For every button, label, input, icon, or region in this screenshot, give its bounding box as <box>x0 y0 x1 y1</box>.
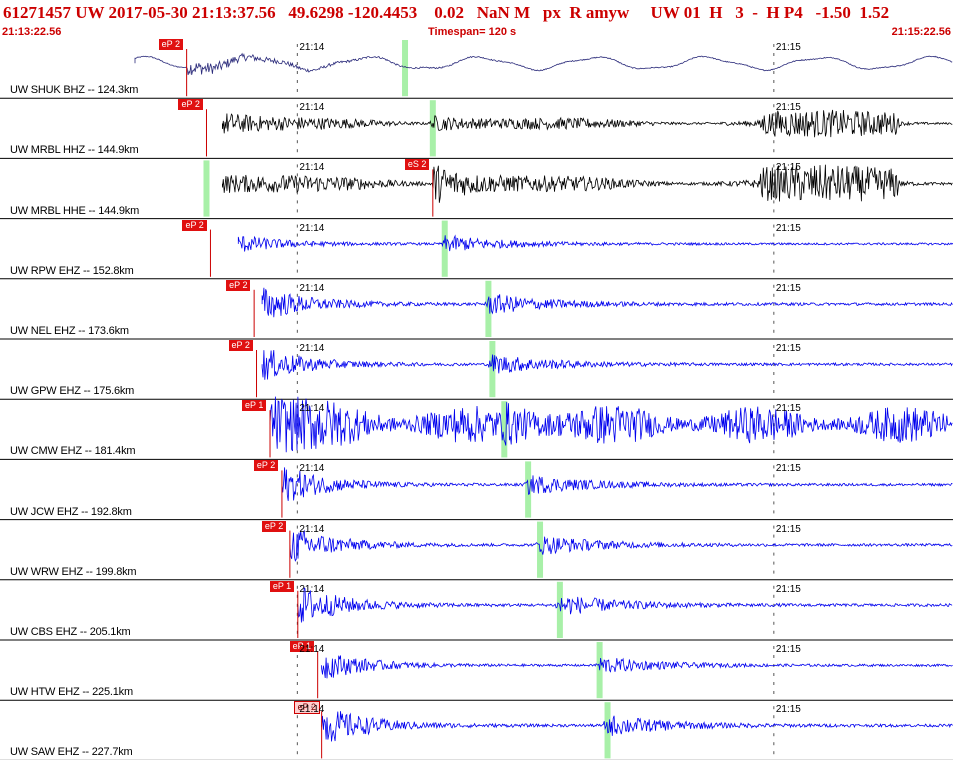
pick-window <box>485 280 492 337</box>
waveform-trace <box>289 529 953 562</box>
waveform-trace <box>134 52 953 75</box>
pick-window <box>429 100 436 157</box>
window-start-time: 21:13:22.56 <box>2 26 62 38</box>
waveform-trace <box>269 396 953 453</box>
pick-window <box>402 40 409 97</box>
waveform-trace <box>297 586 953 623</box>
waveform-trace <box>237 234 953 252</box>
waveform-trace <box>261 350 953 380</box>
pick-window <box>203 160 210 217</box>
pick-window <box>441 220 448 277</box>
event-summary-line: 61271457 UW 2017-05-30 21:13:37.56 49.62… <box>3 3 890 22</box>
pick-window <box>489 341 496 398</box>
seismogram-panel[interactable] <box>0 38 953 760</box>
pick-window <box>556 581 563 638</box>
waveform-trace <box>222 164 953 203</box>
waveform-trace <box>321 711 953 742</box>
timespan-label: Timespan= 120 s <box>428 26 517 38</box>
waveform-trace <box>222 109 953 138</box>
window-end-time: 21:15:22.56 <box>891 26 951 38</box>
event-header: 61271457 UW 2017-05-30 21:13:37.56 49.62… <box>0 0 953 38</box>
waveform-trace <box>281 467 953 501</box>
waveform-trace <box>261 287 953 318</box>
waveform-trace <box>321 655 953 679</box>
